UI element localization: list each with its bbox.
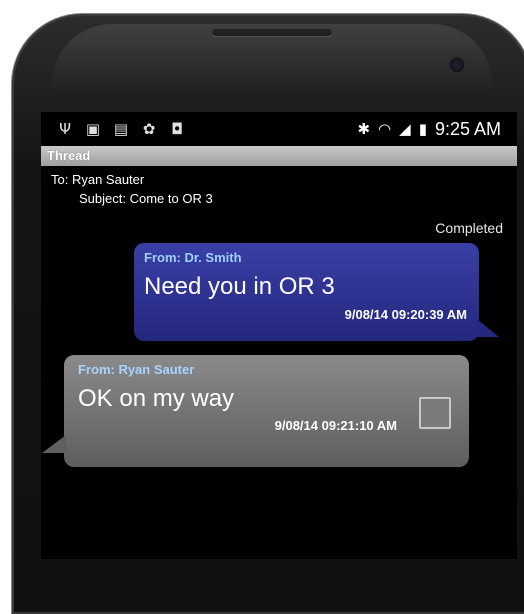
message-timestamp: 9/08/14 09:21:10 AM (274, 418, 397, 433)
message-text: Need you in OR 3 (144, 273, 335, 300)
signal-icon: ◢ (399, 120, 411, 138)
message-bubble-incoming[interactable]: From: Ryan Sauter OK on my way 9/08/14 0… (42, 355, 469, 467)
gallery-icon: ▣ (85, 120, 101, 138)
message-timestamp: 9/08/14 09:20:39 AM (344, 307, 467, 322)
message-sender: From: Dr. Smith (144, 250, 242, 265)
battery-icon: ▮ (418, 120, 427, 138)
wifi-icon: ◠ (378, 120, 392, 138)
system-icons: ✱ ◠ ◢ ▮ 9:25 AM (357, 112, 501, 146)
status-bar: Ψ ▣ ▤ ✿ ◘ ✱ ◠ ◢ ▮ 9:25 AM (41, 112, 517, 146)
shopping-bag-icon: ◘ (171, 120, 183, 138)
phone-speaker (212, 29, 332, 36)
clock: 9:25 AM (434, 118, 501, 139)
message-bubble-outgoing[interactable]: From: Dr. Smith Need you in OR 3 9/08/14… (134, 243, 499, 341)
bubble-tail (42, 435, 66, 453)
phone-screen: Ψ ▣ ▤ ✿ ◘ ✱ ◠ ◢ ▮ 9:25 AM Thread To: Rya… (41, 112, 517, 559)
android-icon: ✿ (142, 120, 156, 138)
recipient-line: To: Ryan Sauter (51, 172, 145, 187)
usb-icon: Ψ (59, 120, 71, 138)
notification-icons: Ψ ▣ ▤ ✿ ◘ (57, 120, 185, 138)
bubble-tail (477, 319, 499, 337)
calendar-icon: ▤ (113, 120, 129, 138)
thread-status: Completed (435, 220, 503, 236)
bluetooth-icon: ✱ (357, 120, 371, 138)
page-title: Thread (41, 146, 517, 166)
acknowledge-checkbox[interactable] (419, 397, 451, 429)
front-camera (450, 58, 464, 72)
message-text: OK on my way (78, 385, 235, 412)
message-sender: From: Ryan Sauter (78, 362, 195, 377)
subject-line: Subject: Come to OR 3 (79, 191, 213, 206)
